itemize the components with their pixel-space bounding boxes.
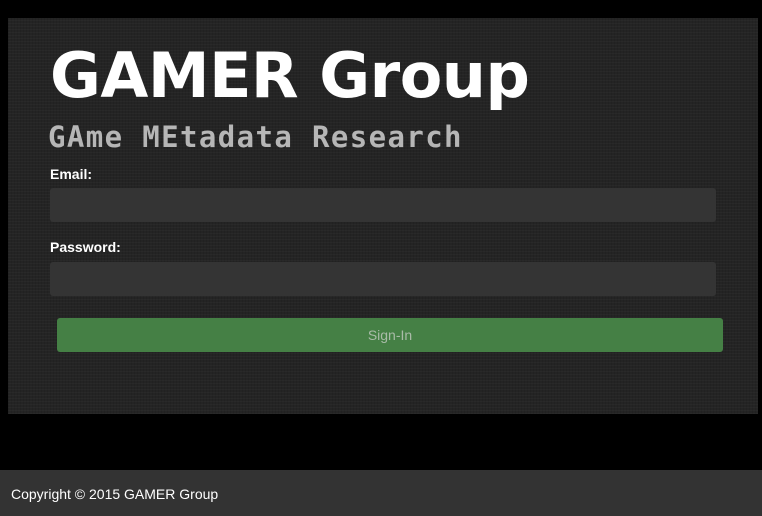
site-subtitle: GAme MEtadata Research (48, 120, 463, 154)
password-field[interactable] (50, 262, 716, 296)
footer: Copyright © 2015 GAMER Group (0, 470, 762, 516)
signin-button[interactable]: Sign-In (57, 318, 723, 352)
email-field[interactable] (50, 188, 716, 222)
password-label: Password: (50, 239, 121, 255)
login-panel: GAMER Group GAme MEtadata Research Email… (8, 18, 758, 414)
email-label: Email: (50, 166, 93, 182)
copyright-text: Copyright © 2015 GAMER Group (11, 486, 219, 502)
site-title: GAMER Group (50, 39, 530, 112)
